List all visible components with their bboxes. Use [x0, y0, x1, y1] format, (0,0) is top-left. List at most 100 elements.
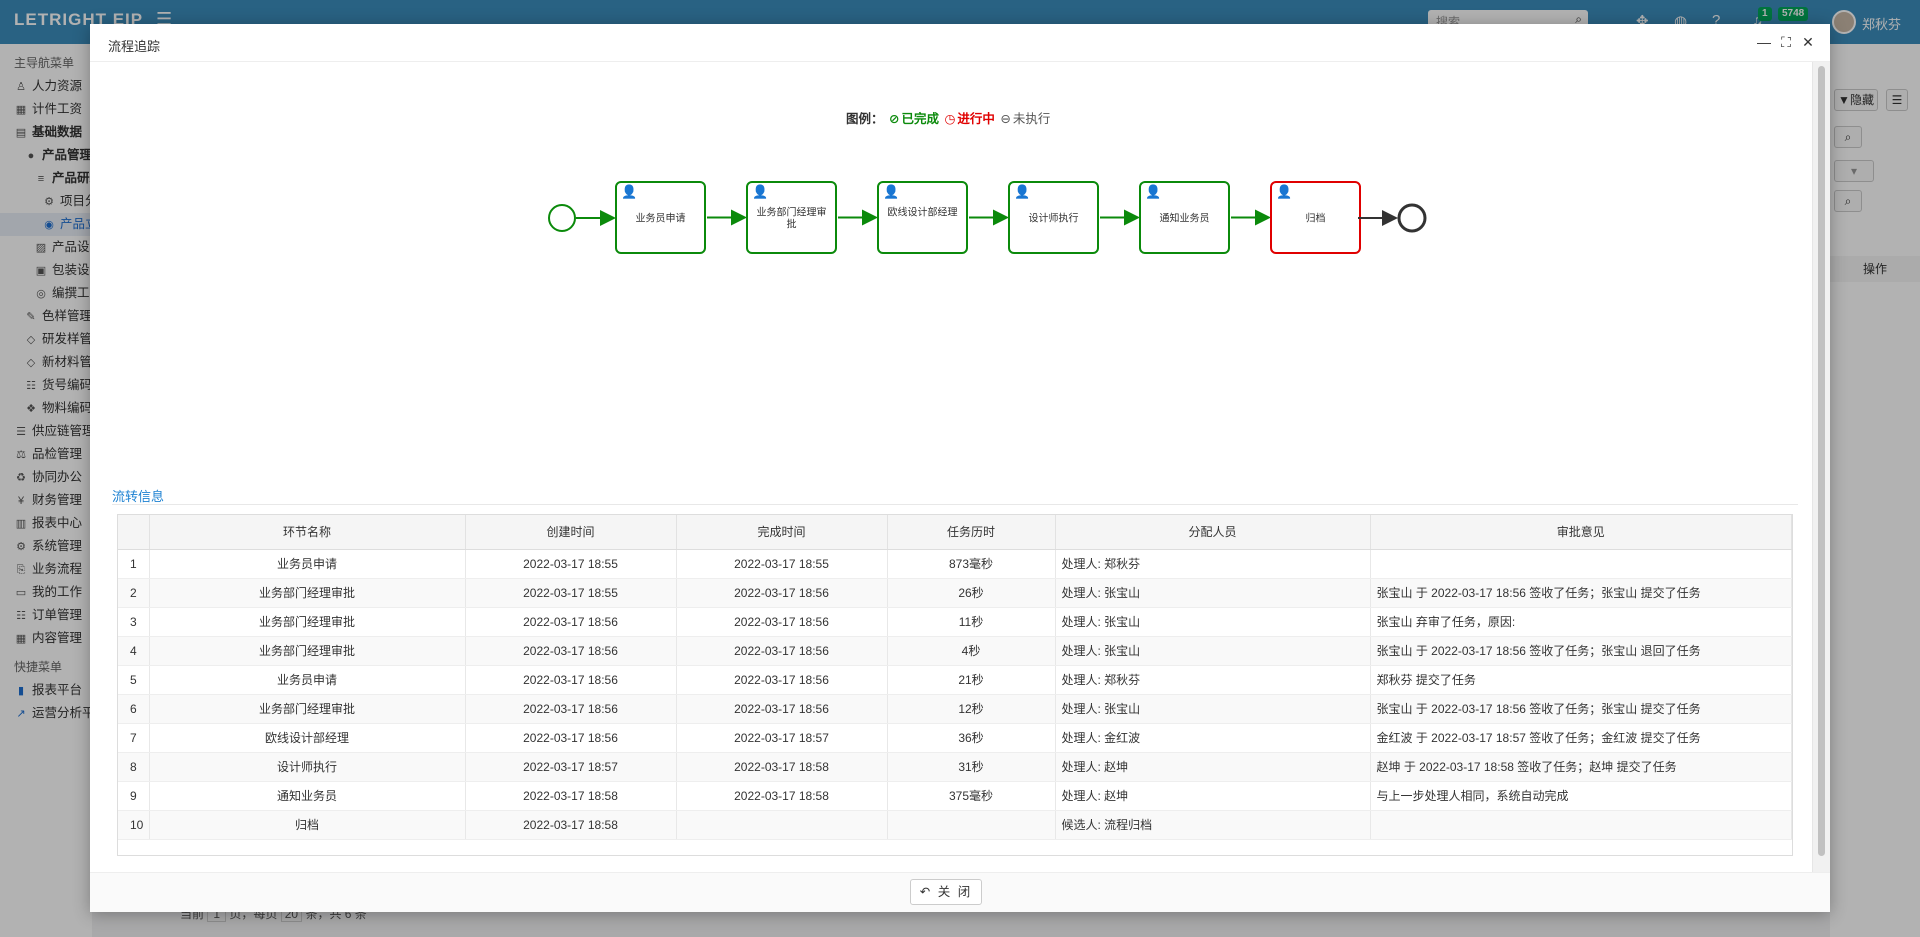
assignee: 候选人: 流程归档: [1055, 810, 1371, 840]
table-row[interactable]: 2 业务部门经理审批 2022-03-17 18:55 2022-03-17 18:5…: [118, 578, 1792, 608]
assignee: 处理人: 张宝山: [1055, 694, 1371, 724]
finished-time: 2022-03-17 18:58: [676, 781, 888, 811]
section-title: 流转信息: [112, 489, 165, 504]
finished-time: 2022-03-17 18:55: [676, 549, 888, 579]
process-tracking-dialog: 流程追踪 — ⛶ ✕ 图例： ⊘ 已完成 ◷ 进行中 ⊖ 未执行 👤 业务员申请 👤: [90, 24, 1830, 912]
user-task-icon: 👤: [752, 184, 768, 199]
created-time: 2022-03-17 18:55: [465, 578, 677, 608]
dialog-body: 图例： ⊘ 已完成 ◷ 进行中 ⊖ 未执行 👤 业务员申请 👤 业务部门经理审批 👤 欧线设计部…: [90, 62, 1810, 872]
flow-node[interactable]: 👤 归档: [1270, 181, 1361, 254]
col-header-finished[interactable]: 完成时间: [676, 515, 888, 550]
flow-node[interactable]: 👤 业务员申请: [615, 181, 706, 254]
flow-node[interactable]: 👤 欧线设计部经理: [877, 181, 968, 254]
dialog-title: 流程追踪: [108, 39, 161, 54]
step-name: 欧线设计部经理: [149, 723, 466, 753]
step-name: 业务部门经理审批: [149, 636, 466, 666]
assignee: 处理人: 张宝山: [1055, 636, 1371, 666]
approval-opinion: [1370, 549, 1792, 579]
flow-node[interactable]: 👤业务部门经理审批: [746, 181, 837, 254]
approval-opinion: 与上一步处理人相同，系统自动完成: [1370, 781, 1792, 811]
flow-node-label: 归档: [1306, 212, 1326, 225]
assignee: 处理人: 赵坤: [1055, 781, 1371, 811]
finished-time: 2022-03-17 18:56: [676, 578, 888, 608]
created-time: 2022-03-17 18:57: [465, 752, 677, 782]
close-icon[interactable]: ✕: [1798, 32, 1818, 52]
finished-time: 2022-03-17 18:56: [676, 636, 888, 666]
approval-opinion: [1370, 810, 1792, 840]
table-row[interactable]: 1 业务员申请 2022-03-17 18:55 2022-03-17 18:55 87…: [118, 549, 1792, 579]
row-index: 6: [118, 694, 150, 724]
start-event: [548, 204, 576, 232]
flow-node-label: 通知业务员: [1160, 212, 1210, 225]
dialog-scrollbar[interactable]: [1812, 62, 1830, 872]
row-index: 1: [118, 549, 150, 579]
row-index: 7: [118, 723, 150, 753]
col-header-step[interactable]: 环节名称: [149, 515, 466, 550]
table-row[interactable]: 4 业务部门经理审批 2022-03-17 18:56 2022-03-17 18:5…: [118, 636, 1792, 666]
assignee: 处理人: 赵坤: [1055, 752, 1371, 782]
flow-node-label: 业务员申请: [636, 212, 686, 225]
duration: 26秒: [887, 578, 1056, 608]
created-time: 2022-03-17 18:56: [465, 665, 677, 695]
flow-node[interactable]: 👤 设计师执行: [1008, 181, 1099, 254]
row-index: 9: [118, 781, 150, 811]
close-button[interactable]: ↶ 关 闭: [910, 879, 982, 905]
step-name: 设计师执行: [149, 752, 466, 782]
table-row[interactable]: 10 归档 2022-03-17 18:58 候选人: 流程归档: [118, 810, 1792, 840]
finished-time: [676, 810, 888, 840]
duration: 36秒: [887, 723, 1056, 753]
assignee: 处理人: 张宝山: [1055, 578, 1371, 608]
table-row[interactable]: 6 业务部门经理审批 2022-03-17 18:56 2022-03-17 18:5…: [118, 694, 1792, 724]
assignee: 处理人: 郑秋芬: [1055, 549, 1371, 579]
user-task-icon: 👤: [883, 184, 899, 199]
finished-time: 2022-03-17 18:56: [676, 665, 888, 695]
table-row[interactable]: 3 业务部门经理审批 2022-03-17 18:56 2022-03-17 18:5…: [118, 607, 1792, 637]
step-name: 归档: [149, 810, 466, 840]
created-time: 2022-03-17 18:56: [465, 607, 677, 637]
row-index: 2: [118, 578, 150, 608]
approval-opinion: 张宝山 于 2022-03-17 18:56 签收了任务；张宝山 退回了任务: [1370, 636, 1792, 666]
created-time: 2022-03-17 18:58: [465, 781, 677, 811]
flow-node[interactable]: 👤 通知业务员: [1139, 181, 1230, 254]
table-row[interactable]: 5 业务员申请 2022-03-17 18:56 2022-03-17 18:56 21…: [118, 665, 1792, 695]
table-row[interactable]: 7 欧线设计部经理 2022-03-17 18:56 2022-03-17 18:57…: [118, 723, 1792, 753]
duration: 21秒: [887, 665, 1056, 695]
row-index: 3: [118, 607, 150, 637]
row-index: 4: [118, 636, 150, 666]
row-index: 5: [118, 665, 150, 695]
step-name: 业务员申请: [149, 665, 466, 695]
minimize-icon[interactable]: —: [1754, 32, 1774, 52]
duration: 375毫秒: [887, 781, 1056, 811]
user-task-icon: 👤: [1276, 184, 1292, 199]
finished-time: 2022-03-17 18:57: [676, 723, 888, 753]
step-name: 业务部门经理审批: [149, 607, 466, 637]
user-task-icon: 👤: [1145, 184, 1161, 199]
approval-opinion: 张宝山 弃审了任务，原因:: [1370, 607, 1792, 637]
row-index: 10: [118, 810, 150, 840]
duration: 873毫秒: [887, 549, 1056, 579]
transfer-table-container: 环节名称 创建时间 完成时间 任务历时 分配人员 审批意见 1 业务员申请 2022…: [117, 514, 1793, 856]
scrollbar-thumb[interactable]: [1818, 66, 1825, 856]
transfer-table: 环节名称 创建时间 完成时间 任务历时 分配人员 审批意见 1 业务员申请 2022…: [118, 515, 1792, 840]
created-time: 2022-03-17 18:55: [465, 549, 677, 579]
table-row[interactable]: 8 设计师执行 2022-03-17 18:57 2022-03-17 18:58 31…: [118, 752, 1792, 782]
table-row[interactable]: 9 通知业务员 2022-03-17 18:58 2022-03-17 18:58 37…: [118, 781, 1792, 811]
table-header-row: 环节名称 创建时间 完成时间 任务历时 分配人员 审批意见: [118, 515, 1792, 550]
approval-opinion: 郑秋芬 提交了任务: [1370, 665, 1792, 695]
user-task-icon: 👤: [1014, 184, 1030, 199]
finished-time: 2022-03-17 18:58: [676, 752, 888, 782]
dialog-header: 流程追踪 — ⛶ ✕: [90, 24, 1830, 62]
step-name: 业务员申请: [149, 549, 466, 579]
created-time: 2022-03-17 18:56: [465, 636, 677, 666]
step-name: 业务部门经理审批: [149, 694, 466, 724]
created-time: 2022-03-17 18:56: [465, 694, 677, 724]
col-header-assignee[interactable]: 分配人员: [1055, 515, 1371, 550]
assignee: 处理人: 郑秋芬: [1055, 665, 1371, 695]
col-header-created[interactable]: 创建时间: [465, 515, 677, 550]
col-header-opinion[interactable]: 审批意见: [1370, 515, 1792, 550]
created-time: 2022-03-17 18:56: [465, 723, 677, 753]
finished-time: 2022-03-17 18:56: [676, 694, 888, 724]
col-header-duration[interactable]: 任务历时: [887, 515, 1056, 550]
end-event: [1397, 203, 1427, 233]
maximize-icon[interactable]: ⛶: [1776, 32, 1796, 52]
